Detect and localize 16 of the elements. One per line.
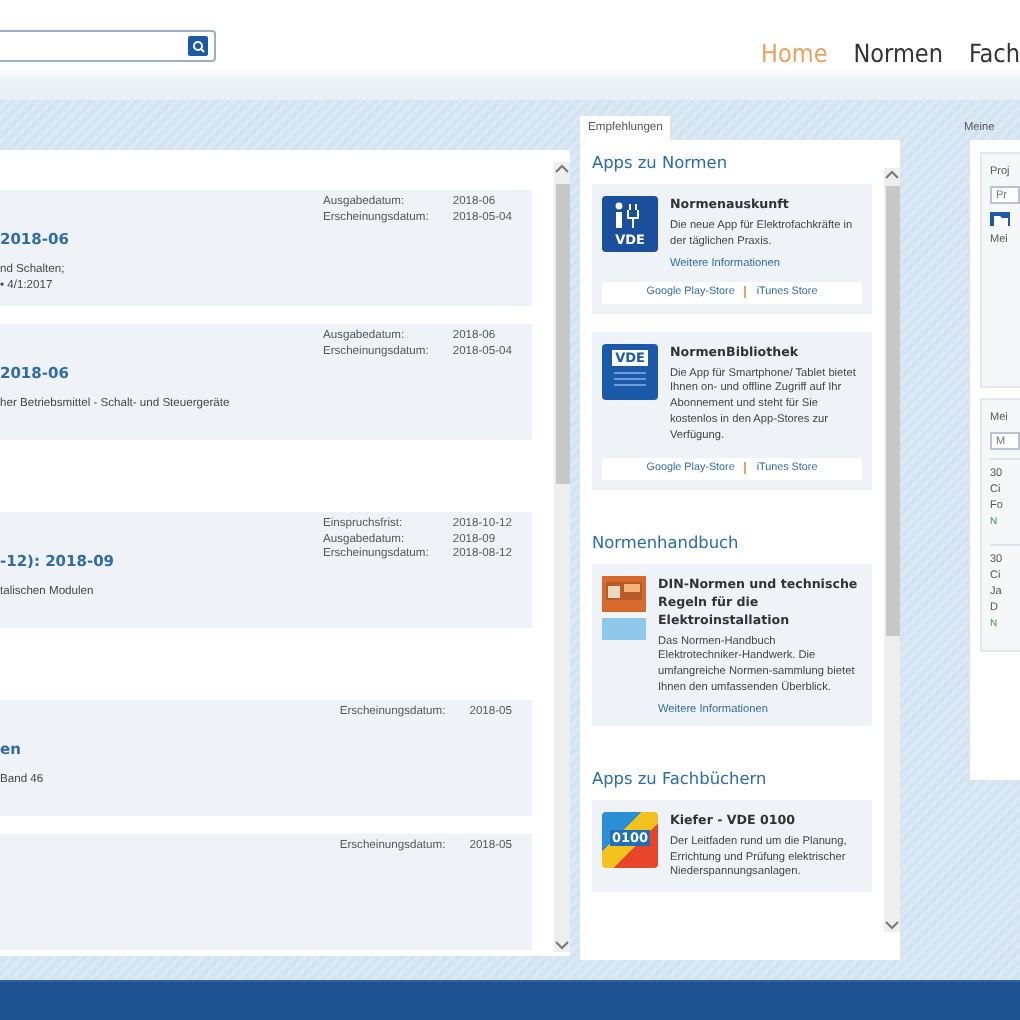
nav-link[interactable]: Normen [853,38,943,68]
folder-icon [993,213,1007,225]
section-heading: Apps zu Normen [592,152,730,172]
scrollbar[interactable] [554,162,570,952]
scroll-up-icon [884,168,900,182]
section-heading: Normenhandbuch [592,531,741,552]
scrollbar[interactable] [884,168,900,932]
scroll-down-icon [554,938,570,952]
folder-button[interactable] [990,212,1010,226]
scroll-up-icon [554,162,570,176]
search-button[interactable] [188,36,208,56]
search-icon [191,39,205,53]
section-heading: Apps zu Fachbüchern [592,767,769,788]
nav-link[interactable]: Fach [968,38,1020,68]
scroll-down-icon [884,918,900,932]
search-field[interactable] [0,30,216,62]
